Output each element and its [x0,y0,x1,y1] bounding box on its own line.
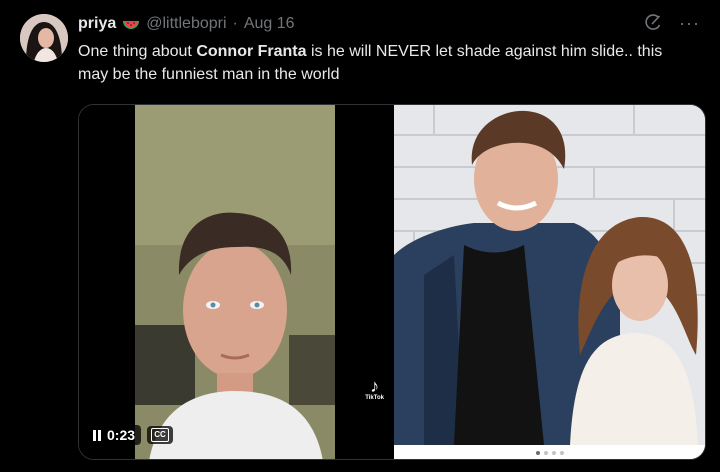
tweet-date[interactable]: Aug 16 [244,13,295,35]
tweet-header: priya @littlebopri · Aug 16 [78,13,295,35]
carousel-dot[interactable] [543,451,548,455]
play-pause-button[interactable]: 0:23 [87,425,142,445]
carousel-dots[interactable] [394,451,705,455]
separator-dot: · [232,15,238,32]
video-frame [79,105,392,459]
media-container: ♪ TikTok 0:23 CC [78,104,706,460]
display-name[interactable]: priya [78,13,116,35]
captions-button[interactable]: CC [147,426,174,444]
photo-image [394,105,705,459]
tweet[interactable]: priya @littlebopri · Aug 16 ··· One thin… [0,0,720,472]
carousel-dot[interactable] [535,451,540,455]
tweet-text-part1: One thing about [78,43,197,60]
video-player[interactable]: ♪ TikTok 0:23 CC [79,105,392,459]
watermelon-icon [122,17,140,31]
avatar-image [20,14,68,62]
video-time: 0:23 [107,427,136,443]
grok-icon[interactable] [643,13,663,33]
photo[interactable] [394,105,705,459]
header-actions: ··· [643,13,700,33]
captions-icon: CC [151,428,170,442]
mention-bold: Connor Franta [196,43,307,60]
carousel-dot[interactable] [559,451,564,455]
more-icon[interactable]: ··· [679,13,700,33]
handle[interactable]: @littlebopri [146,13,226,35]
video-controls: 0:23 CC [87,425,174,445]
carousel-dot[interactable] [551,451,556,455]
tiktok-label: TikTok [365,395,384,401]
tiktok-watermark: ♪ TikTok [365,377,384,401]
pause-icon [93,429,101,441]
avatar[interactable] [20,14,68,62]
tweet-text: One thing about Connor Franta is he will… [78,40,688,86]
tiktok-icon: ♪ [370,376,380,396]
